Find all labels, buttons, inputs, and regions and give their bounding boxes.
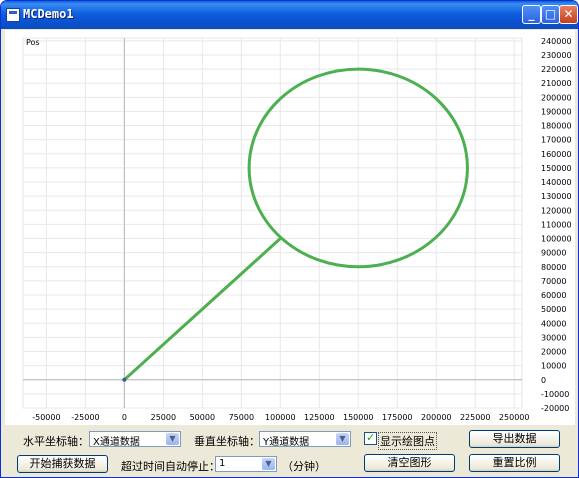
x-tick-label: 175000 <box>382 413 413 422</box>
y-tick-label: 0 <box>541 376 546 385</box>
y-tick-label: 10000 <box>541 362 566 371</box>
chevron-down-icon[interactable]: ▼ <box>262 458 275 470</box>
x-tick-label: 75000 <box>229 413 254 422</box>
y-axis-select[interactable]: Y通道数据 ▼ <box>259 431 351 448</box>
y-tick-label: 160000 <box>541 150 572 159</box>
minimize-button[interactable]: _ <box>522 5 541 24</box>
show-points-checkbox[interactable] <box>364 431 377 445</box>
y-tick-label: -10000 <box>541 390 569 399</box>
x-axis-label: 水平坐标轴： <box>23 435 89 448</box>
y-tick-label: -20000 <box>541 404 569 413</box>
x-tick-label: 0 <box>122 413 127 422</box>
x-tick-label: 250000 <box>499 413 530 422</box>
x-axis-select[interactable]: X通道数据 ▼ <box>89 431 181 448</box>
start-capture-button[interactable]: 开始捕获数据 <box>17 455 108 473</box>
chevron-down-icon[interactable]: ▼ <box>166 433 179 445</box>
y-tick-label: 20000 <box>541 348 566 357</box>
timeout-label: 超过时间自动停止： <box>121 460 220 473</box>
app-window: MCDemo1 _ □ ✕ -50000 -25000 0 25000 50000 750… <box>0 0 579 478</box>
y-tick-label: 240000 <box>541 37 572 46</box>
y-tick-label: 170000 <box>541 136 572 145</box>
y-tick-label: 100000 <box>541 235 572 244</box>
y-tick-label: 130000 <box>541 192 572 201</box>
window-title: MCDemo1 <box>23 7 74 21</box>
y-tick-label: 90000 <box>541 249 566 258</box>
timeout-unit: （分钟） <box>282 460 326 473</box>
y-tick-label: 190000 <box>541 107 572 116</box>
maximize-button[interactable]: □ <box>541 5 560 24</box>
x-tick-label: 100000 <box>265 413 296 422</box>
y-tick-labels: 2400002300002200002100002000001900001800… <box>541 37 572 413</box>
x-tick-label: 225000 <box>460 413 491 422</box>
y-tick-label: 150000 <box>541 164 572 173</box>
y-tick-label: 220000 <box>541 65 572 74</box>
x-tick-label: -25000 <box>71 413 99 422</box>
y-axis-select-value: Y通道数据 <box>263 437 310 448</box>
x-tick-label: 150000 <box>343 413 374 422</box>
y-tick-label: 210000 <box>541 79 572 88</box>
export-data-button[interactable]: 导出数据 <box>469 430 560 448</box>
y-tick-label: 120000 <box>541 206 572 215</box>
y-tick-label: 230000 <box>541 51 572 60</box>
reset-scale-button[interactable]: 重置比例 <box>469 454 560 472</box>
x-tick-label: 125000 <box>304 413 335 422</box>
y-axis-label: 垂直坐标轴： <box>194 435 260 448</box>
y-tick-label: 50000 <box>541 305 566 314</box>
x-tick-label: 25000 <box>151 413 176 422</box>
clear-chart-button[interactable]: 清空图形 <box>364 454 455 472</box>
y-tick-label: 200000 <box>541 93 572 102</box>
chart-area[interactable]: -50000 -25000 0 25000 50000 75000 100000 125000… <box>5 30 575 425</box>
x-tick-labels: -50000 -25000 0 25000 50000 75000 100000 125000… <box>32 413 529 422</box>
y-axis-title: Pos <box>26 38 40 47</box>
y-tick-label: 70000 <box>541 277 566 286</box>
y-tick-label: 60000 <box>541 291 566 300</box>
y-tick-label: 40000 <box>541 319 566 328</box>
y-tick-label: 140000 <box>541 178 572 187</box>
y-tick-label: 110000 <box>541 220 572 229</box>
origin-point <box>122 377 127 382</box>
x-tick-label: 200000 <box>421 413 452 422</box>
y-tick-label: 80000 <box>541 263 566 272</box>
title-bar[interactable]: MCDemo1 _ □ ✕ <box>1 1 578 29</box>
app-icon <box>6 8 20 22</box>
chevron-down-icon[interactable]: ▼ <box>336 433 349 445</box>
position-chart[interactable]: -50000 -25000 0 25000 50000 75000 100000 125000… <box>5 30 575 425</box>
close-button[interactable]: ✕ <box>559 5 578 24</box>
y-tick-label: 180000 <box>541 122 572 131</box>
x-tick-label: 50000 <box>190 413 215 422</box>
y-tick-label: 30000 <box>541 333 566 342</box>
x-axis-select-value: X通道数据 <box>93 437 140 448</box>
control-panel: 水平坐标轴： X通道数据 ▼ 垂直坐标轴： Y通道数据 ▼ 显示绘图点 导出数据… <box>5 425 575 477</box>
timeout-select-value: 1 <box>219 458 226 469</box>
x-tick-label: -50000 <box>32 413 60 422</box>
timeout-select[interactable]: 1 ▼ <box>215 456 277 472</box>
show-points-label[interactable]: 显示绘图点 <box>378 432 437 450</box>
